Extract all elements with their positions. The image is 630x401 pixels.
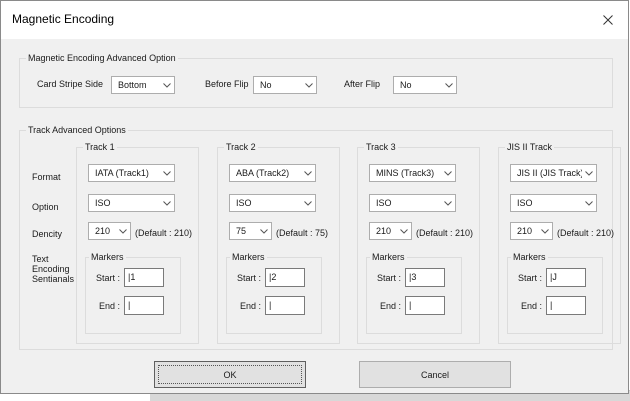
track-density-default: (Default : 75) <box>276 228 329 238</box>
track-density-value: 210 <box>517 226 533 236</box>
track-option-select[interactable]: ISO <box>369 194 456 212</box>
track-density-value: 75 <box>236 226 247 236</box>
after-flip-label: After Flip <box>344 79 381 89</box>
option-row-label: Option <box>32 202 59 212</box>
end-sentinel-input[interactable]: | <box>124 296 164 315</box>
track-option-select[interactable]: ISO <box>510 194 597 212</box>
end-label: End : <box>240 301 262 311</box>
track-format-value: MINS (Track3) <box>376 168 435 178</box>
track-density-value: 210 <box>95 226 111 236</box>
chevron-down-icon <box>163 82 171 88</box>
chevron-down-icon <box>445 82 453 88</box>
chevron-down-icon <box>585 200 593 206</box>
track-density-default: (Default : 210) <box>557 228 615 238</box>
chevron-down-icon <box>119 228 127 234</box>
end-label: End : <box>99 301 121 311</box>
before-flip-select[interactable]: No <box>253 76 317 94</box>
start-sentinel-input[interactable]: |2 <box>265 268 305 287</box>
chevron-down-icon <box>444 200 452 206</box>
format-row-label: Format <box>32 172 61 182</box>
track-option-select[interactable]: ISO <box>229 194 316 212</box>
chevron-down-icon <box>304 170 312 176</box>
track-name: Track 2 <box>224 142 258 152</box>
start-sentinel-input[interactable]: |3 <box>405 268 445 287</box>
start-label: Start : <box>518 273 543 283</box>
track-format-select[interactable]: ABA (Track2) <box>229 164 316 182</box>
chevron-down-icon <box>260 228 268 234</box>
magnetic-encoding-dialog: Magnetic Encoding Magnetic Encoding Adva… <box>0 0 629 394</box>
track-name: JIS II Track <box>505 142 555 152</box>
track-option-select[interactable]: ISO <box>88 194 175 212</box>
start-label: Start : <box>96 273 121 283</box>
dialog-title: Magnetic Encoding <box>12 12 115 26</box>
sentinels-row-label-line-1: Text <box>32 254 49 264</box>
focus-rectangle <box>158 365 302 384</box>
cancel-button[interactable]: Cancel <box>359 361 511 388</box>
end-sentinel-input[interactable]: | <box>265 296 305 315</box>
end-sentinel-input[interactable]: | <box>405 296 445 315</box>
card-stripe-side-value: Bottom <box>118 80 147 90</box>
track-option-value: ISO <box>517 198 533 208</box>
end-label: End : <box>521 301 543 311</box>
chevron-down-icon <box>400 228 408 234</box>
track-density-default: (Default : 210) <box>416 228 474 238</box>
close-button[interactable] <box>588 1 628 39</box>
dencity-row-label: Dencity <box>32 229 63 239</box>
sentinels-row-label-line-2: Encoding <box>32 264 70 274</box>
chevron-down-icon <box>163 200 171 206</box>
markers-legend: Markers <box>511 252 548 262</box>
advanced-option-legend: Magnetic Encoding Advanced Option <box>26 53 178 63</box>
track-options-legend: Track Advanced Options <box>26 125 128 135</box>
track-format-select[interactable]: JIS II (JIS Track) <box>510 164 597 182</box>
track-format-select[interactable]: MINS (Track3) <box>369 164 456 182</box>
after-flip-value: No <box>400 80 412 90</box>
chevron-down-icon <box>541 228 549 234</box>
cancel-button-label: Cancel <box>420 369 449 380</box>
track-format-value: IATA (Track1) <box>95 168 149 178</box>
track-density-select[interactable]: 210 <box>88 222 131 240</box>
markers-legend: Markers <box>89 252 126 262</box>
sentinels-row-label-line-3: Sentianals <box>32 274 75 284</box>
start-sentinel-input[interactable]: |1 <box>124 268 164 287</box>
start-label: Start : <box>377 273 402 283</box>
chevron-down-icon <box>585 170 593 176</box>
track-format-value: ABA (Track2) <box>236 168 290 178</box>
track-density-select[interactable]: 210 <box>510 222 553 240</box>
card-stripe-side-select[interactable]: Bottom <box>111 76 175 94</box>
track-option-value: ISO <box>95 198 111 208</box>
track-format-value: JIS II (JIS Track) <box>517 168 582 178</box>
track-option-value: ISO <box>236 198 252 208</box>
ok-button[interactable]: OK <box>154 361 306 388</box>
chevron-down-icon <box>305 82 313 88</box>
chevron-down-icon <box>163 170 171 176</box>
chevron-down-icon <box>304 200 312 206</box>
track-density-value: 210 <box>376 226 392 236</box>
title-bar: Magnetic Encoding <box>1 1 628 39</box>
markers-legend: Markers <box>230 252 267 262</box>
chevron-down-icon <box>444 170 452 176</box>
track-density-select[interactable]: 75 <box>229 222 272 240</box>
after-flip-select[interactable]: No <box>393 76 457 94</box>
track-name: Track 1 <box>83 142 117 152</box>
end-sentinel-input[interactable]: | <box>546 296 586 315</box>
before-flip-label: Before Flip <box>205 79 249 89</box>
start-label: Start : <box>237 273 262 283</box>
markers-legend: Markers <box>370 252 407 262</box>
track-density-select[interactable]: 210 <box>369 222 412 240</box>
close-icon <box>603 15 613 25</box>
track-density-default: (Default : 210) <box>135 228 193 238</box>
track-format-select[interactable]: IATA (Track1) <box>88 164 175 182</box>
end-label: End : <box>380 301 402 311</box>
start-sentinel-input[interactable]: |J <box>546 268 586 287</box>
before-flip-value: No <box>260 80 272 90</box>
track-name: Track 3 <box>364 142 398 152</box>
track-option-value: ISO <box>376 198 392 208</box>
card-stripe-side-label: Card Stripe Side <box>37 79 104 89</box>
